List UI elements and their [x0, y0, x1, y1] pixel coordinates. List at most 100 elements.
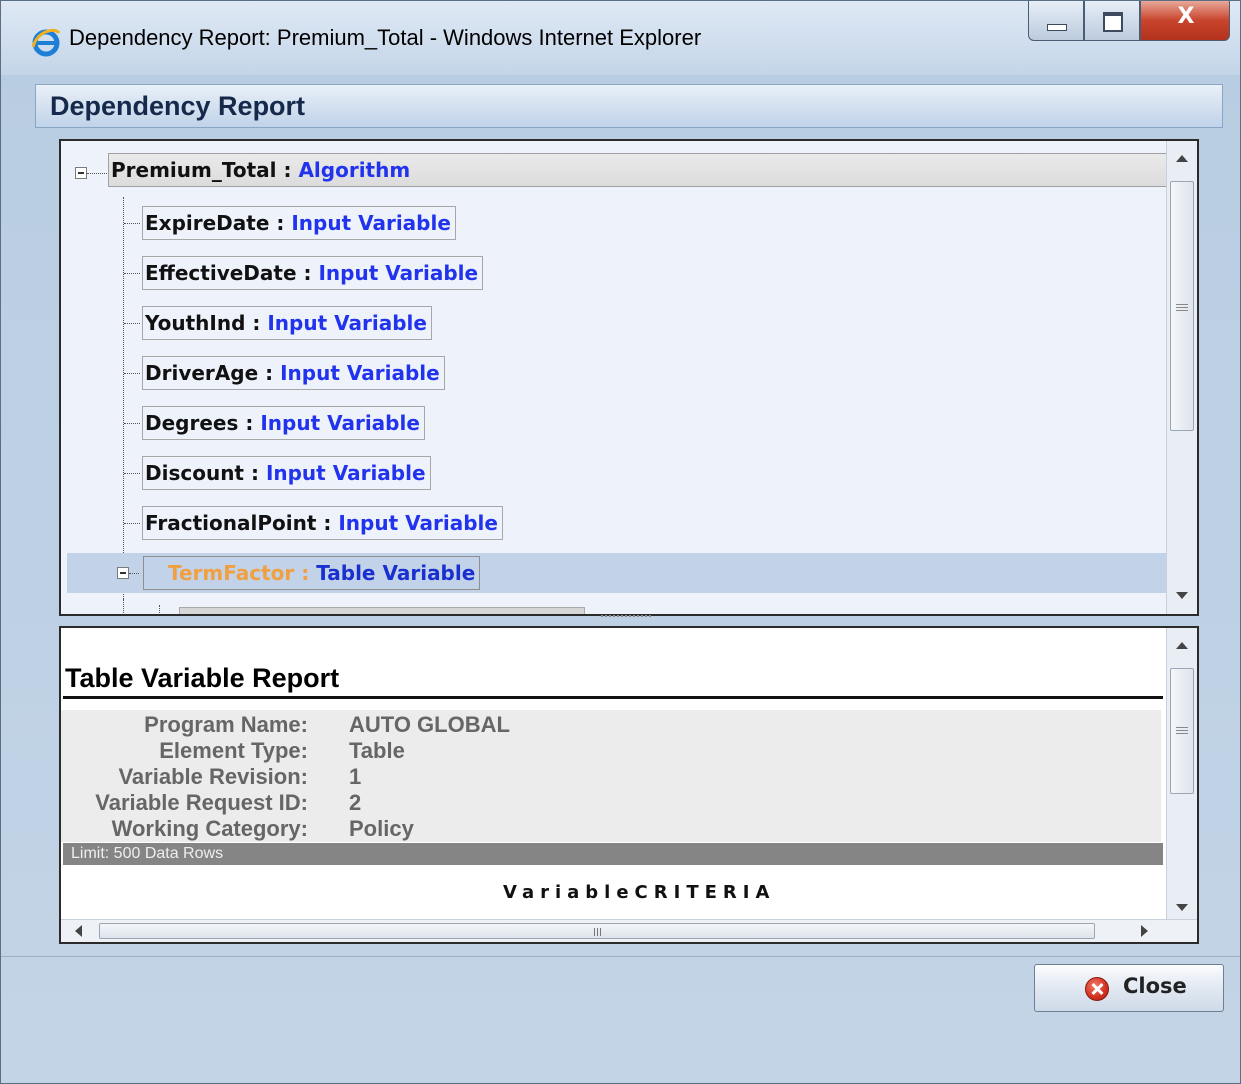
- grip-line: [1176, 304, 1188, 305]
- node-type: Input Variable: [260, 411, 420, 435]
- node-type: Algorithm: [298, 158, 411, 182]
- grip-line: [1176, 733, 1188, 734]
- node-separator: :: [238, 411, 261, 435]
- tree-connector: [124, 323, 140, 324]
- footer-divider: [1, 956, 1240, 957]
- window-title: Dependency Report: Premium_Total - Windo…: [69, 25, 702, 50]
- tree-connector: [124, 273, 140, 274]
- close-button-label: Close: [1123, 974, 1187, 998]
- title-bar[interactable]: Dependency Report: Premium_Total - Windo…: [1, 1, 1240, 75]
- node-separator: :: [276, 158, 299, 182]
- node-name: YouthInd: [145, 311, 246, 335]
- tree-node-partial[interactable]: [179, 607, 585, 614]
- scroll-right-arrow-icon[interactable]: [1141, 925, 1148, 937]
- node-name: TermFactor: [168, 561, 295, 585]
- tree-node[interactable]: Discount : Input Variable: [142, 456, 431, 490]
- tree-node-selected[interactable]: TermFactor : Table Variable: [143, 556, 481, 590]
- node-type: Table Variable: [316, 561, 476, 585]
- info-row: Element Type: Table: [61, 738, 1161, 764]
- tree-node-root[interactable]: Premium_Total : Algorithm: [108, 153, 1167, 187]
- collapse-toggle-icon[interactable]: [75, 167, 87, 179]
- info-label: Working Category:: [111, 816, 308, 841]
- node-name: Degrees: [145, 411, 239, 435]
- browser-window: Dependency Report: Premium_Total - Windo…: [0, 0, 1241, 1084]
- info-label: Program Name:: [144, 712, 308, 737]
- scroll-thumb[interactable]: [1170, 181, 1194, 431]
- close-x-icon: X: [1177, 4, 1195, 29]
- node-separator: :: [244, 461, 266, 485]
- node-separator: :: [258, 361, 281, 385]
- node-separator: :: [269, 211, 292, 235]
- tree-connector: [87, 173, 107, 174]
- close-circle-icon: [1085, 977, 1109, 1001]
- minimize-button[interactable]: [1028, 1, 1084, 41]
- tree-connector: [124, 523, 140, 524]
- info-value: 2: [349, 790, 362, 815]
- tree-connector: [124, 223, 140, 224]
- tree-node[interactable]: DriverAge : Input Variable: [142, 356, 445, 390]
- tree-connector: [124, 423, 140, 424]
- tree-node[interactable]: FractionalPoint : Input Variable: [142, 506, 503, 540]
- node-name: DriverAge: [145, 361, 259, 385]
- tree-node[interactable]: YouthInd : Input Variable: [142, 306, 432, 340]
- report-info-block: Program Name: AUTO GLOBAL Element Type: …: [61, 710, 1161, 842]
- tree-connector: [124, 473, 140, 474]
- scroll-down-arrow-icon[interactable]: [1176, 592, 1188, 599]
- node-separator: :: [245, 311, 268, 335]
- tree-vertical-scrollbar[interactable]: [1166, 141, 1197, 614]
- report-horizontal-scrollbar[interactable]: [61, 919, 1197, 942]
- tree-node[interactable]: ExpireDate : Input Variable: [142, 206, 456, 240]
- tree-connector: [159, 605, 160, 614]
- window-controls: X: [1028, 1, 1230, 43]
- tree-connector: [124, 373, 140, 374]
- node-type: Input Variable: [280, 361, 440, 385]
- node-name: FractionalPoint: [145, 511, 317, 535]
- grip-line: [594, 928, 595, 936]
- node-type: Input Variable: [291, 211, 451, 235]
- node-separator: :: [296, 261, 319, 285]
- info-value: AUTO GLOBAL: [349, 712, 510, 737]
- scroll-thumb[interactable]: [1170, 668, 1194, 794]
- panel-splitter[interactable]: [601, 615, 651, 623]
- info-row: Program Name: AUTO GLOBAL: [61, 712, 1161, 738]
- collapse-toggle-icon[interactable]: [117, 567, 129, 579]
- limit-text: Limit: 500 Data Rows: [71, 845, 224, 862]
- report-panel[interactable]: Table Variable Report Program Name: AUTO…: [59, 626, 1199, 944]
- criteria-heading: VariableCRITERIA: [503, 882, 776, 903]
- limit-bar: Limit: 500 Data Rows: [63, 843, 1163, 865]
- grip-line: [1176, 307, 1188, 308]
- info-value: Table: [349, 738, 405, 763]
- tree-node[interactable]: Degrees : Input Variable: [142, 406, 425, 440]
- node-name: Premium_Total: [111, 158, 277, 182]
- info-label: Element Type:: [159, 738, 308, 763]
- node-separator: :: [316, 511, 339, 535]
- info-label: Variable Revision:: [118, 764, 308, 789]
- node-type: Input Variable: [265, 461, 426, 485]
- title-divider: [63, 696, 1163, 699]
- info-label: Variable Request ID:: [95, 790, 308, 815]
- report-vertical-scrollbar[interactable]: [1166, 628, 1197, 920]
- scroll-up-arrow-icon[interactable]: [1176, 155, 1188, 162]
- info-row: Working Category: Policy: [61, 816, 1161, 842]
- node-name: ExpireDate: [145, 211, 270, 235]
- grip-line: [597, 928, 598, 936]
- window-close-button[interactable]: X: [1140, 1, 1230, 41]
- close-button[interactable]: Close: [1034, 964, 1224, 1012]
- node-type: Input Variable: [267, 311, 427, 335]
- info-row: Variable Revision: 1: [61, 764, 1161, 790]
- grip-line: [1176, 730, 1188, 731]
- grip-line: [1176, 310, 1188, 311]
- tree-node[interactable]: EffectiveDate : Input Variable: [142, 256, 484, 290]
- info-row: Variable Request ID: 2: [61, 790, 1161, 816]
- maximize-button[interactable]: [1084, 1, 1140, 41]
- scroll-thumb[interactable]: [99, 923, 1095, 939]
- report-title: Table Variable Report: [65, 663, 340, 693]
- tree-connector: [129, 573, 139, 574]
- scroll-up-arrow-icon[interactable]: [1176, 642, 1188, 649]
- dialog-header: Dependency Report: [35, 84, 1223, 128]
- scroll-down-arrow-icon[interactable]: [1176, 904, 1188, 911]
- tree-connector: [123, 599, 124, 614]
- node-type: Input Variable: [318, 261, 479, 285]
- scroll-left-arrow-icon[interactable]: [75, 925, 82, 937]
- dependency-tree-panel[interactable]: Premium_Total : Algorithm ExpireDate : I…: [59, 139, 1199, 616]
